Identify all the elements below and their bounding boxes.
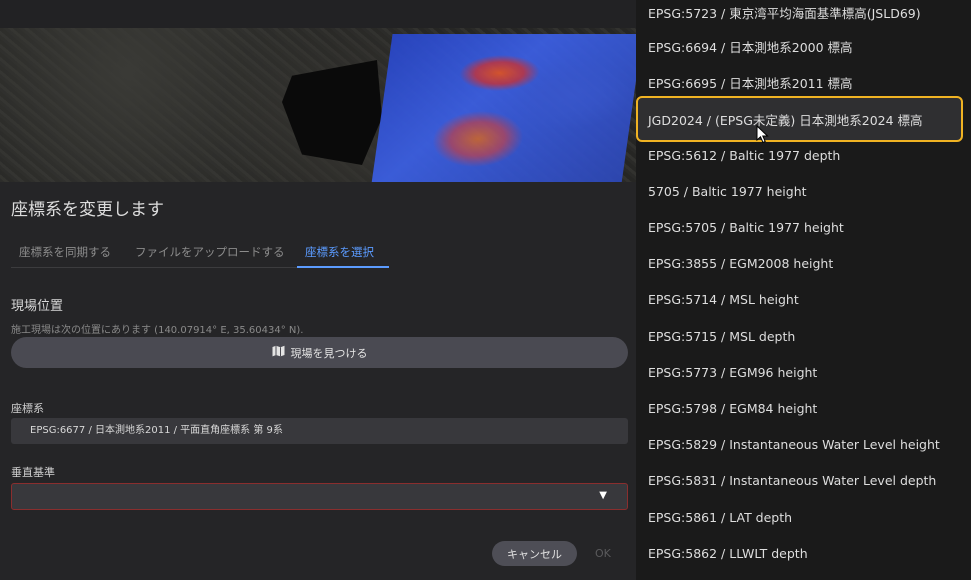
- tab-select-crs[interactable]: 座標系を選択: [297, 240, 389, 268]
- menu-item[interactable]: EPSG:5773 / EGM96 height: [636, 354, 971, 390]
- crs-label: 座標系: [11, 402, 44, 415]
- menu-item[interactable]: 5705 / Baltic 1977 height: [636, 173, 971, 209]
- map-top-shade: [0, 0, 636, 28]
- tab-label: 座標系を同期する: [19, 245, 111, 259]
- mouse-pointer-icon: [756, 125, 769, 144]
- menu-item[interactable]: EPSG:5798 / EGM84 height: [636, 390, 971, 426]
- menu-item[interactable]: EPSG:6694 / 日本測地系2000 標高: [636, 28, 971, 64]
- menu-item[interactable]: EPSG:5831 / Instantaneous Water Level de…: [636, 462, 971, 498]
- menu-item[interactable]: EPSG:5705 / Baltic 1977 height: [636, 209, 971, 245]
- tab-label: 座標系を選択: [305, 245, 374, 259]
- site-location-heading: 現場位置: [11, 299, 64, 314]
- elevation-heatmap-overlay: [371, 34, 636, 182]
- tab-upload-file[interactable]: ファイルをアップロードする: [127, 240, 313, 268]
- menu-item[interactable]: EPSG:5829 / Instantaneous Water Level he…: [636, 426, 971, 462]
- site-location-description: 施工現場は次の位置にあります (140.07914° E, 35.60434° …: [11, 325, 304, 336]
- menu-item[interactable]: EPSG:6695 / 日本測地系2011 標高: [636, 64, 971, 100]
- tab-label: ファイルをアップロードする: [135, 245, 285, 259]
- vertical-datum-menu: EPSG:5723 / 東京湾平均海面基準標高(JSLD69) EPSG:669…: [636, 0, 971, 580]
- find-site-label: 現場を見つける: [290, 346, 368, 360]
- menu-item[interactable]: EPSG:5612 / Baltic 1977 depth: [636, 137, 971, 173]
- tab-divider: [11, 267, 140, 268]
- tab-bar: 座標系を同期する ファイルをアップロードする 座標系を選択: [11, 240, 627, 270]
- menu-item[interactable]: EPSG:5723 / 東京湾平均海面基準標高(JSLD69): [636, 0, 971, 30]
- cancel-button[interactable]: キャンセル: [492, 541, 577, 566]
- map-void-area: [282, 60, 382, 165]
- map-icon: [272, 345, 285, 360]
- vertical-datum-label: 垂直基準: [11, 466, 55, 479]
- coordinate-system-dialog: 座標系を変更します 座標系を同期する ファイルをアップロードする 座標系を選択 …: [0, 0, 636, 580]
- ok-button[interactable]: OK: [595, 547, 611, 560]
- menu-item-selected[interactable]: JGD2024 / (EPSG未定義) 日本測地系2024 標高: [636, 96, 963, 142]
- menu-item[interactable]: EPSG:5861 / LAT depth: [636, 499, 971, 535]
- menu-item[interactable]: EPSG:3855 / EGM2008 height: [636, 245, 971, 281]
- tab-divider: [127, 267, 313, 268]
- menu-item[interactable]: EPSG:5714 / MSL height: [636, 281, 971, 317]
- find-site-button[interactable]: 現場を見つける: [11, 337, 628, 368]
- dropdown-arrow-icon: ▼: [599, 490, 607, 501]
- menu-item[interactable]: EPSG:5715 / MSL depth: [636, 318, 971, 354]
- active-tab-indicator: [297, 266, 389, 268]
- crs-field[interactable]: EPSG:6677 / 日本測地系2011 / 平面直角座標系 第 9系: [11, 418, 628, 444]
- site-map-preview[interactable]: [0, 0, 636, 182]
- dialog-title: 座標系を変更します: [11, 200, 164, 220]
- menu-item[interactable]: EPSG:5862 / LLWLT depth: [636, 535, 971, 571]
- vertical-datum-select[interactable]: ▼: [11, 483, 628, 510]
- tab-sync-crs[interactable]: 座標系を同期する: [11, 240, 140, 268]
